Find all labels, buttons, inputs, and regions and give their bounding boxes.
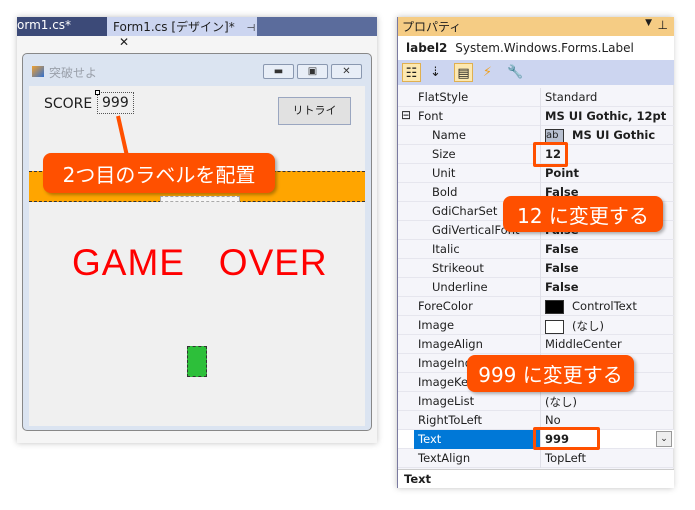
property-name: Bold — [432, 185, 458, 199]
property-value[interactable]: (なし) — [545, 394, 577, 410]
property-name: GdiCharSet — [432, 204, 498, 218]
property-row-forecolor[interactable]: ForeColor ControlText — [398, 297, 674, 316]
pin-icon[interactable]: ⊥ — [658, 18, 668, 32]
property-row-underline[interactable]: Underline False — [398, 278, 674, 297]
property-name: Unit — [432, 166, 456, 180]
property-value[interactable]: TopLeft — [545, 451, 586, 465]
property-name: ImageAlign — [418, 337, 483, 351]
property-name: Text — [414, 430, 540, 449]
properties-header: プロパティ ▼ ⊥ — [398, 17, 674, 36]
property-name: Italic — [432, 242, 460, 256]
callout-change-size: 12 に変更する — [503, 196, 663, 232]
object-name: label2 — [406, 41, 448, 55]
property-pages-icon[interactable]: 🔧 — [506, 63, 525, 82]
highlight-size — [533, 142, 568, 167]
property-value-text: MS UI Gothic — [572, 128, 656, 142]
collapse-icon[interactable]: ⊟ — [401, 108, 411, 122]
property-value[interactable]: (なし) — [545, 318, 604, 334]
property-value-text: (なし) — [572, 319, 604, 333]
properties-toolbar: ☷ ⇣ ▤ ⚡ 🔧 — [398, 60, 674, 85]
property-name: Image — [418, 318, 455, 332]
property-name: Size — [432, 147, 456, 161]
properties-title: プロパティ — [402, 20, 462, 34]
color-swatch — [545, 319, 564, 334]
property-value[interactable]: Point — [545, 166, 579, 180]
object-selector[interactable]: label2 System.Windows.Forms.Label — [398, 36, 674, 60]
property-row-image[interactable]: Image (なし) — [398, 316, 674, 335]
property-name: FlatStyle — [418, 90, 469, 104]
property-value-text: Point — [545, 166, 579, 180]
property-value-text: TopLeft — [545, 451, 587, 465]
property-value-text: False — [545, 242, 579, 256]
property-row-flatstyle[interactable]: FlatStyle Standard — [398, 88, 674, 107]
color-swatch — [545, 299, 564, 314]
alphabetical-icon[interactable]: ⇣ — [426, 63, 445, 82]
property-row-imagealign[interactable]: ImageAlign MiddleCenter — [398, 335, 674, 354]
property-name: ImageList — [418, 394, 475, 408]
property-value-text: False — [545, 261, 579, 275]
property-row-imagelist[interactable]: ImageList (なし) — [398, 392, 674, 411]
property-name: Font — [418, 109, 444, 123]
property-row-italic[interactable]: Italic False — [398, 240, 674, 259]
property-value-text: MS UI Gothic, 12pt — [545, 109, 667, 123]
property-name: ForeColor — [418, 299, 473, 313]
highlight-text — [533, 427, 600, 450]
property-value[interactable]: False — [545, 242, 579, 256]
chevron-down-icon[interactable]: ⌄ — [656, 431, 672, 447]
property-value[interactable]: False — [545, 261, 579, 275]
property-value-text: Standard — [545, 90, 598, 104]
property-name: TextAlign — [418, 451, 471, 465]
property-name: Strikeout — [432, 261, 484, 275]
property-value-text: No — [545, 413, 561, 427]
property-value[interactable]: MS UI Gothic, 12pt — [545, 109, 666, 123]
callout-place-label: 2つ目のラベルを配置 — [43, 153, 275, 193]
properties-panel: プロパティ ▼ ⊥ label2 System.Windows.Forms.La… — [397, 17, 674, 488]
callout-change-text: 999 に変更する — [467, 355, 634, 392]
property-value-text: (なし) — [545, 395, 577, 409]
property-row-strikeout[interactable]: Strikeout False — [398, 259, 674, 278]
events-icon[interactable]: ⚡ — [478, 63, 497, 82]
object-type: System.Windows.Forms.Label — [455, 41, 634, 55]
property-value[interactable]: Standard — [545, 90, 597, 104]
property-value[interactable]: False — [545, 280, 579, 294]
property-value[interactable]: ControlText — [545, 299, 637, 314]
property-value-text: False — [545, 280, 579, 294]
categorized-icon[interactable]: ☷ — [402, 63, 421, 82]
property-value-text: ControlText — [572, 299, 637, 313]
property-description: Text — [398, 469, 674, 488]
property-value[interactable]: MiddleCenter — [545, 337, 622, 351]
property-row-textalign[interactable]: TextAlign TopLeft — [398, 449, 674, 468]
property-name: Underline — [432, 280, 488, 294]
font-preview-icon: ab — [545, 128, 564, 143]
property-name: RightToLeft — [418, 413, 483, 427]
property-value-text: MiddleCenter — [545, 337, 622, 351]
property-name: Name — [432, 128, 466, 142]
properties-icon[interactable]: ▤ — [454, 63, 473, 82]
property-row-font[interactable]: ⊟ Font MS UI Gothic, 12pt — [398, 107, 674, 126]
property-value[interactable]: No — [545, 413, 561, 427]
property-value[interactable]: ab MS UI Gothic — [545, 128, 655, 143]
dropdown-icon[interactable]: ▼ — [645, 18, 652, 28]
